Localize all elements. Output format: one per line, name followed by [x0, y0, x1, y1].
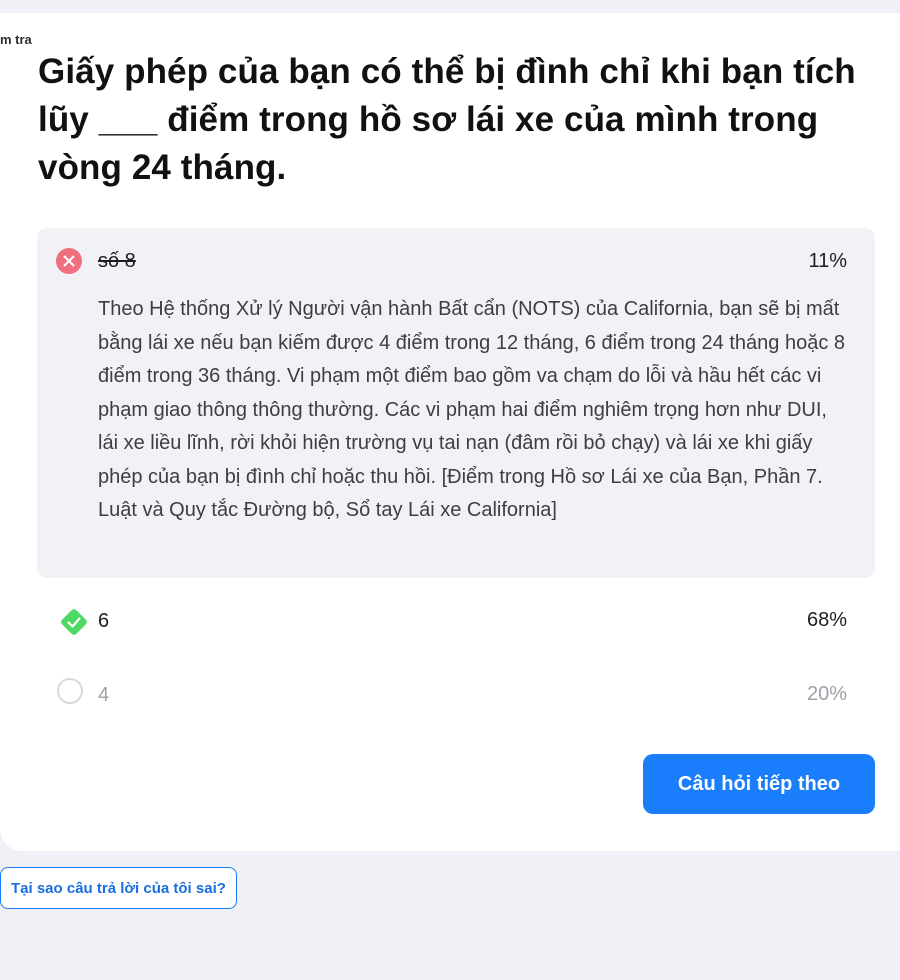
check-diamond-icon: [56, 604, 88, 636]
answer-label: 4: [98, 684, 110, 706]
answer-option-correct[interactable]: 6 68%: [37, 594, 875, 654]
why-wrong-button[interactable]: Tại sao câu trả lời của tôi sai?: [0, 867, 237, 909]
answer-label: số 8: [98, 250, 136, 272]
x-circle-icon: [56, 248, 82, 274]
question-text: Giấy phép của bạn có thể bị đình chỉ khi…: [38, 52, 856, 187]
answer-percent: 11%: [808, 250, 847, 272]
breadcrumb: m tra: [0, 32, 32, 47]
answer-option-wrong[interactable]: số 8 11% Theo Hệ thống Xử lý Người vận h…: [37, 228, 875, 578]
answer-percent: 68%: [806, 609, 847, 631]
empty-circle-icon: [57, 678, 83, 704]
answer-explanation: Theo Hệ thống Xử lý Người vận hành Bất c…: [98, 298, 845, 521]
answer-label: 6: [98, 610, 110, 632]
answer-percent: 20%: [806, 683, 847, 705]
next-question-button[interactable]: Câu hỏi tiếp theo: [643, 754, 875, 814]
answer-option-unselected[interactable]: 4 20%: [37, 667, 875, 727]
